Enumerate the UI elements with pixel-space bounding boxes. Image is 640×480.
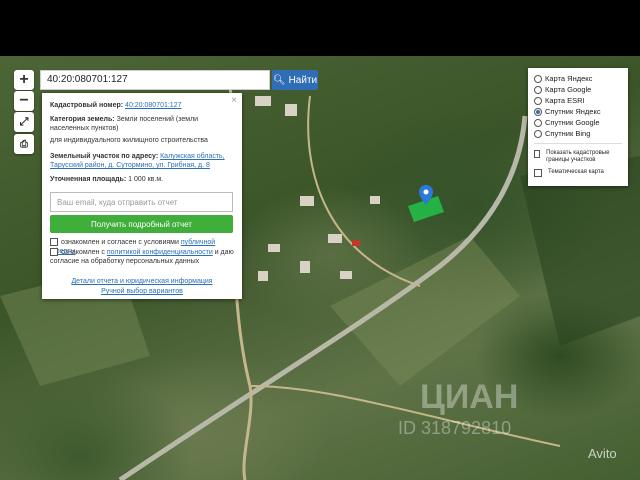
print-button[interactable]: ⎙ <box>14 134 34 154</box>
layer-option[interactable]: Карта ESRI <box>534 96 585 105</box>
layer-option[interactable]: Спутник Яндекс <box>534 107 601 116</box>
cadastral-row: Кадастровый номер: 40:20:080701:127 <box>50 101 234 110</box>
avito-watermark: Avito <box>588 446 617 461</box>
layer-option[interactable]: Спутник Google <box>534 118 600 127</box>
cadastral-link[interactable]: 40:20:080701:127 <box>125 102 181 109</box>
red-roof <box>352 240 360 246</box>
search-input[interactable]: 40:20:080701:127 <box>40 70 270 90</box>
zoom-in-button[interactable]: + <box>14 70 34 90</box>
radio-selected-icon <box>534 107 542 116</box>
layer-option[interactable]: Карта Google <box>534 85 591 94</box>
parcel-info-panel: × Кадастровый номер: 40:20:080701:127 Ка… <box>42 93 242 299</box>
address-label: Земельный участок по адресу: <box>50 153 159 160</box>
area-value: 1 000 кв.м. <box>128 176 164 183</box>
dirt-road <box>307 95 421 287</box>
radio-icon <box>534 118 542 127</box>
details-link[interactable]: Детали отчета и юридическая информация <box>50 277 234 286</box>
field-area <box>330 236 520 386</box>
layer-label: Спутник Google <box>545 118 600 127</box>
address-row: Земельный участок по адресу: Калужская о… <box>50 152 234 170</box>
location-marker-icon[interactable] <box>419 185 433 205</box>
layer-option[interactable]: Спутник Bing <box>534 129 590 138</box>
radio-icon <box>534 85 542 94</box>
layer-switcher: Карта Яндекс Карта Google Карта ESRI Спу… <box>528 68 628 186</box>
layer-label: Карта Google <box>545 85 592 94</box>
layer-label: Спутник Bing <box>545 129 591 138</box>
checkbox-icon <box>534 169 542 177</box>
manual-select-link[interactable]: Ручной выбор вариантов <box>50 287 234 296</box>
usage-value: для индивидуального жилищного строительс… <box>50 137 208 144</box>
id-watermark: ID 318792810 <box>398 418 512 438</box>
category-label: Категория земель: <box>50 116 115 123</box>
zoom-out-button[interactable]: − <box>14 91 34 111</box>
cian-watermark: ЦИАН <box>420 378 519 416</box>
privacy-text: ознакомлен с <box>61 249 105 256</box>
thematic-label: Тематическая карта <box>548 169 604 175</box>
search-button[interactable]: 🔍︎ Найти <box>272 70 318 90</box>
email-input[interactable]: Ваш email, куда отправить отчет <box>50 192 233 212</box>
checkbox-icon <box>534 150 541 158</box>
search-icon: 🔍︎ <box>272 74 286 86</box>
cadastral-label: Кадастровый номер: <box>50 102 124 109</box>
category-row: Категория земель: Земли поселений (земли… <box>50 115 234 133</box>
area-label: Уточненная площадь: <box>50 176 127 183</box>
layer-option[interactable]: Карта Яндекс <box>534 74 592 83</box>
layer-label: Карта ESRI <box>545 96 585 105</box>
expand-icon: ⤢ <box>19 115 29 128</box>
get-report-button[interactable]: Получить подробный отчет <box>50 215 233 233</box>
layer-label: Карта Яндекс <box>545 74 593 83</box>
fullscreen-button[interactable]: ⤢ <box>14 112 34 132</box>
printer-icon: ⎙ <box>20 138 28 150</box>
radio-icon <box>534 96 542 105</box>
offer-text: ознакомлен и согласен с условиями <box>61 239 179 246</box>
privacy-checkbox[interactable] <box>50 248 58 257</box>
privacy-consent-row: ознакомлен с политикой конфиденциальност… <box>50 248 234 266</box>
radio-icon <box>534 74 542 83</box>
search-button-label: Найти <box>288 74 318 86</box>
boundaries-label: Показать кадастровые границы участков <box>546 150 610 163</box>
divider <box>534 143 622 144</box>
radio-icon <box>534 129 542 138</box>
boundaries-toggle[interactable]: Показать кадастровые границы участков <box>534 150 624 164</box>
offer-checkbox[interactable] <box>50 238 58 247</box>
area-row: Уточненная площадь: 1 000 кв.м. <box>50 175 234 184</box>
privacy-link[interactable]: политикой конфиденциальности <box>107 249 213 256</box>
layer-label: Спутник Яндекс <box>545 107 601 116</box>
thematic-toggle[interactable]: Тематическая карта <box>534 169 624 177</box>
